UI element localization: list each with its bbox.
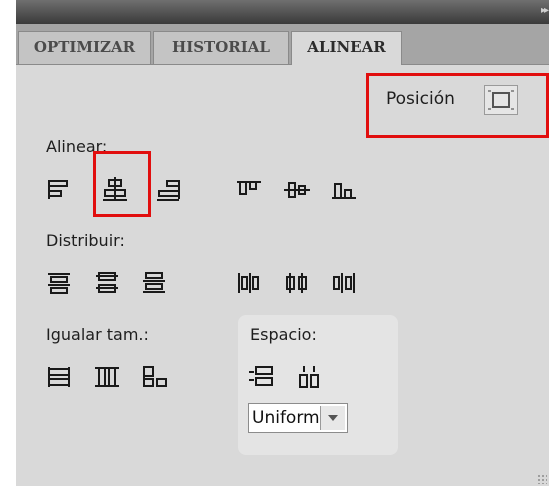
- tab-strip: OPTIMIZAR HISTORIAL ALINEAR: [16, 24, 549, 65]
- tab-historial[interactable]: HISTORIAL: [153, 31, 289, 64]
- position-highlight: [366, 73, 549, 138]
- panel-content: Posición Alinear: Distribuir: Igualar ta…: [16, 65, 549, 486]
- space-evenly-horizontal-icon[interactable]: [294, 363, 326, 391]
- distribute-horizontal-center-icon[interactable]: [281, 269, 313, 297]
- align-top-edge-icon[interactable]: [233, 175, 265, 203]
- match-height-icon[interactable]: [91, 363, 123, 391]
- spacing-mode-value: Uniforme: [252, 408, 322, 428]
- resize-grip-icon[interactable]: [537, 474, 547, 484]
- chevron-down-icon[interactable]: [320, 406, 345, 430]
- distribute-label: Distribuir:: [46, 231, 125, 250]
- distribute-left-icon[interactable]: [233, 269, 265, 297]
- distribute-top-icon[interactable]: [43, 269, 75, 297]
- align-vertical-center-icon[interactable]: [281, 175, 313, 203]
- collapse-icon[interactable]: ▸▸: [541, 5, 549, 16]
- tab-alinear[interactable]: ALINEAR: [291, 31, 402, 65]
- align-panel: ▸▸ OPTIMIZAR HISTORIAL ALINEAR Posición …: [16, 0, 549, 486]
- distribute-right-icon[interactable]: [328, 269, 360, 297]
- distribute-bottom-icon[interactable]: [138, 269, 170, 297]
- align-right-edge-icon[interactable]: [153, 175, 185, 203]
- tab-optimizar[interactable]: OPTIMIZAR: [18, 31, 151, 64]
- align-bottom-edge-icon[interactable]: [328, 175, 360, 203]
- align-left-edge-icon[interactable]: [43, 175, 75, 203]
- match-width-and-height-icon[interactable]: [138, 363, 170, 391]
- panel-title-bar: ▸▸: [16, 0, 549, 24]
- spacing-mode-select[interactable]: Uniforme: [248, 403, 348, 433]
- space-evenly-vertical-icon[interactable]: [246, 363, 278, 391]
- align-center-highlight: [93, 151, 151, 217]
- match-size-label: Igualar tam.:: [46, 325, 149, 344]
- spacing-label: Espacio:: [250, 325, 317, 344]
- distribute-vertical-center-icon[interactable]: [91, 269, 123, 297]
- match-width-icon[interactable]: [43, 363, 75, 391]
